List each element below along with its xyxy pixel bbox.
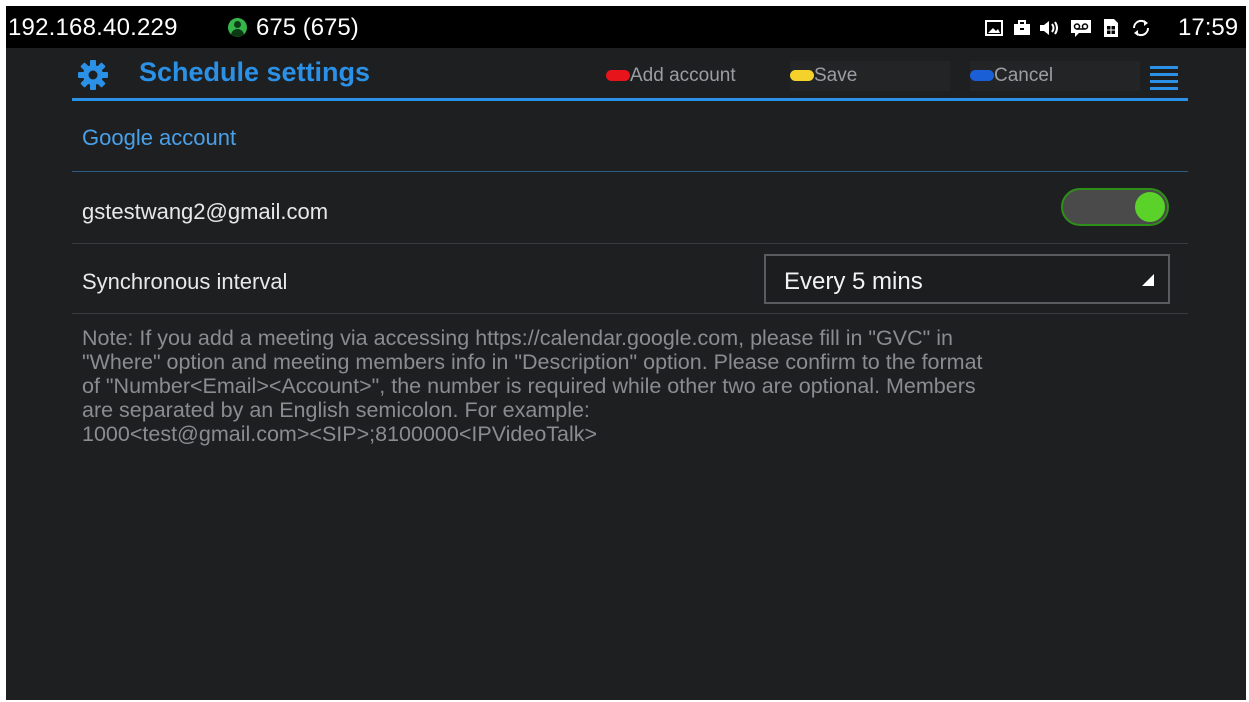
section-header-google-account: Google account	[82, 125, 237, 150]
toggle-knob	[1135, 192, 1165, 222]
note-line: of "Number<Email><Account>", the number …	[82, 374, 976, 398]
row-divider	[72, 243, 1188, 244]
add-account-button[interactable]: Add account	[606, 61, 766, 91]
yellow-key-icon	[790, 70, 814, 81]
volume-icon	[1040, 21, 1058, 35]
note-line: are separated by an English semicolon. F…	[82, 398, 590, 422]
note-text: Note: If you add a meeting via accessing…	[82, 326, 1192, 446]
status-bar: 192.168.40.229 675 (675) 17:59	[6, 6, 1246, 48]
clock: 17:59	[1178, 14, 1239, 41]
save-label: Save	[814, 65, 858, 86]
note-line: 1000<test@gmail.com><SIP>;8100000<IPVide…	[82, 422, 598, 446]
dropdown-caret-icon	[1142, 274, 1154, 286]
gear-icon	[78, 60, 108, 90]
extension-number: 675 (675)	[256, 14, 359, 41]
voicemail-icon	[1071, 20, 1091, 37]
add-account-label: Add account	[630, 65, 736, 86]
section-divider	[72, 171, 1188, 172]
sim-icon	[1104, 19, 1118, 37]
sync-interval-select[interactable]: Every 5 mins	[764, 254, 1170, 304]
blue-key-icon	[970, 70, 994, 81]
page-title: Schedule settings	[139, 57, 371, 87]
note-line: "Where" option and meeting members info …	[82, 350, 983, 374]
account-toggle[interactable]	[1061, 188, 1169, 226]
ip-address: 192.168.40.229	[8, 14, 178, 41]
action-bar-divider	[72, 98, 1188, 101]
device-screen: 192.168.40.229 675 (675) 17:59 Schedule …	[6, 6, 1246, 700]
sync-icon	[1132, 19, 1150, 37]
action-bar: Schedule settings Add account Save Cance…	[70, 48, 1190, 104]
sync-interval-value: Every 5 mins	[784, 268, 923, 295]
briefcase-icon	[1014, 20, 1030, 35]
sync-interval-label: Synchronous interval	[82, 269, 288, 294]
row-divider	[72, 313, 1188, 314]
menu-icon[interactable]	[1150, 66, 1178, 90]
cancel-label: Cancel	[994, 65, 1054, 86]
red-key-icon	[606, 70, 630, 81]
cancel-button[interactable]: Cancel	[970, 61, 1140, 91]
contact-icon	[228, 18, 247, 37]
account-email: gstestwang2@gmail.com	[82, 199, 329, 224]
save-button[interactable]: Save	[790, 61, 950, 91]
note-line: Note: If you add a meeting via accessing…	[82, 326, 953, 350]
image-icon	[985, 20, 1003, 36]
